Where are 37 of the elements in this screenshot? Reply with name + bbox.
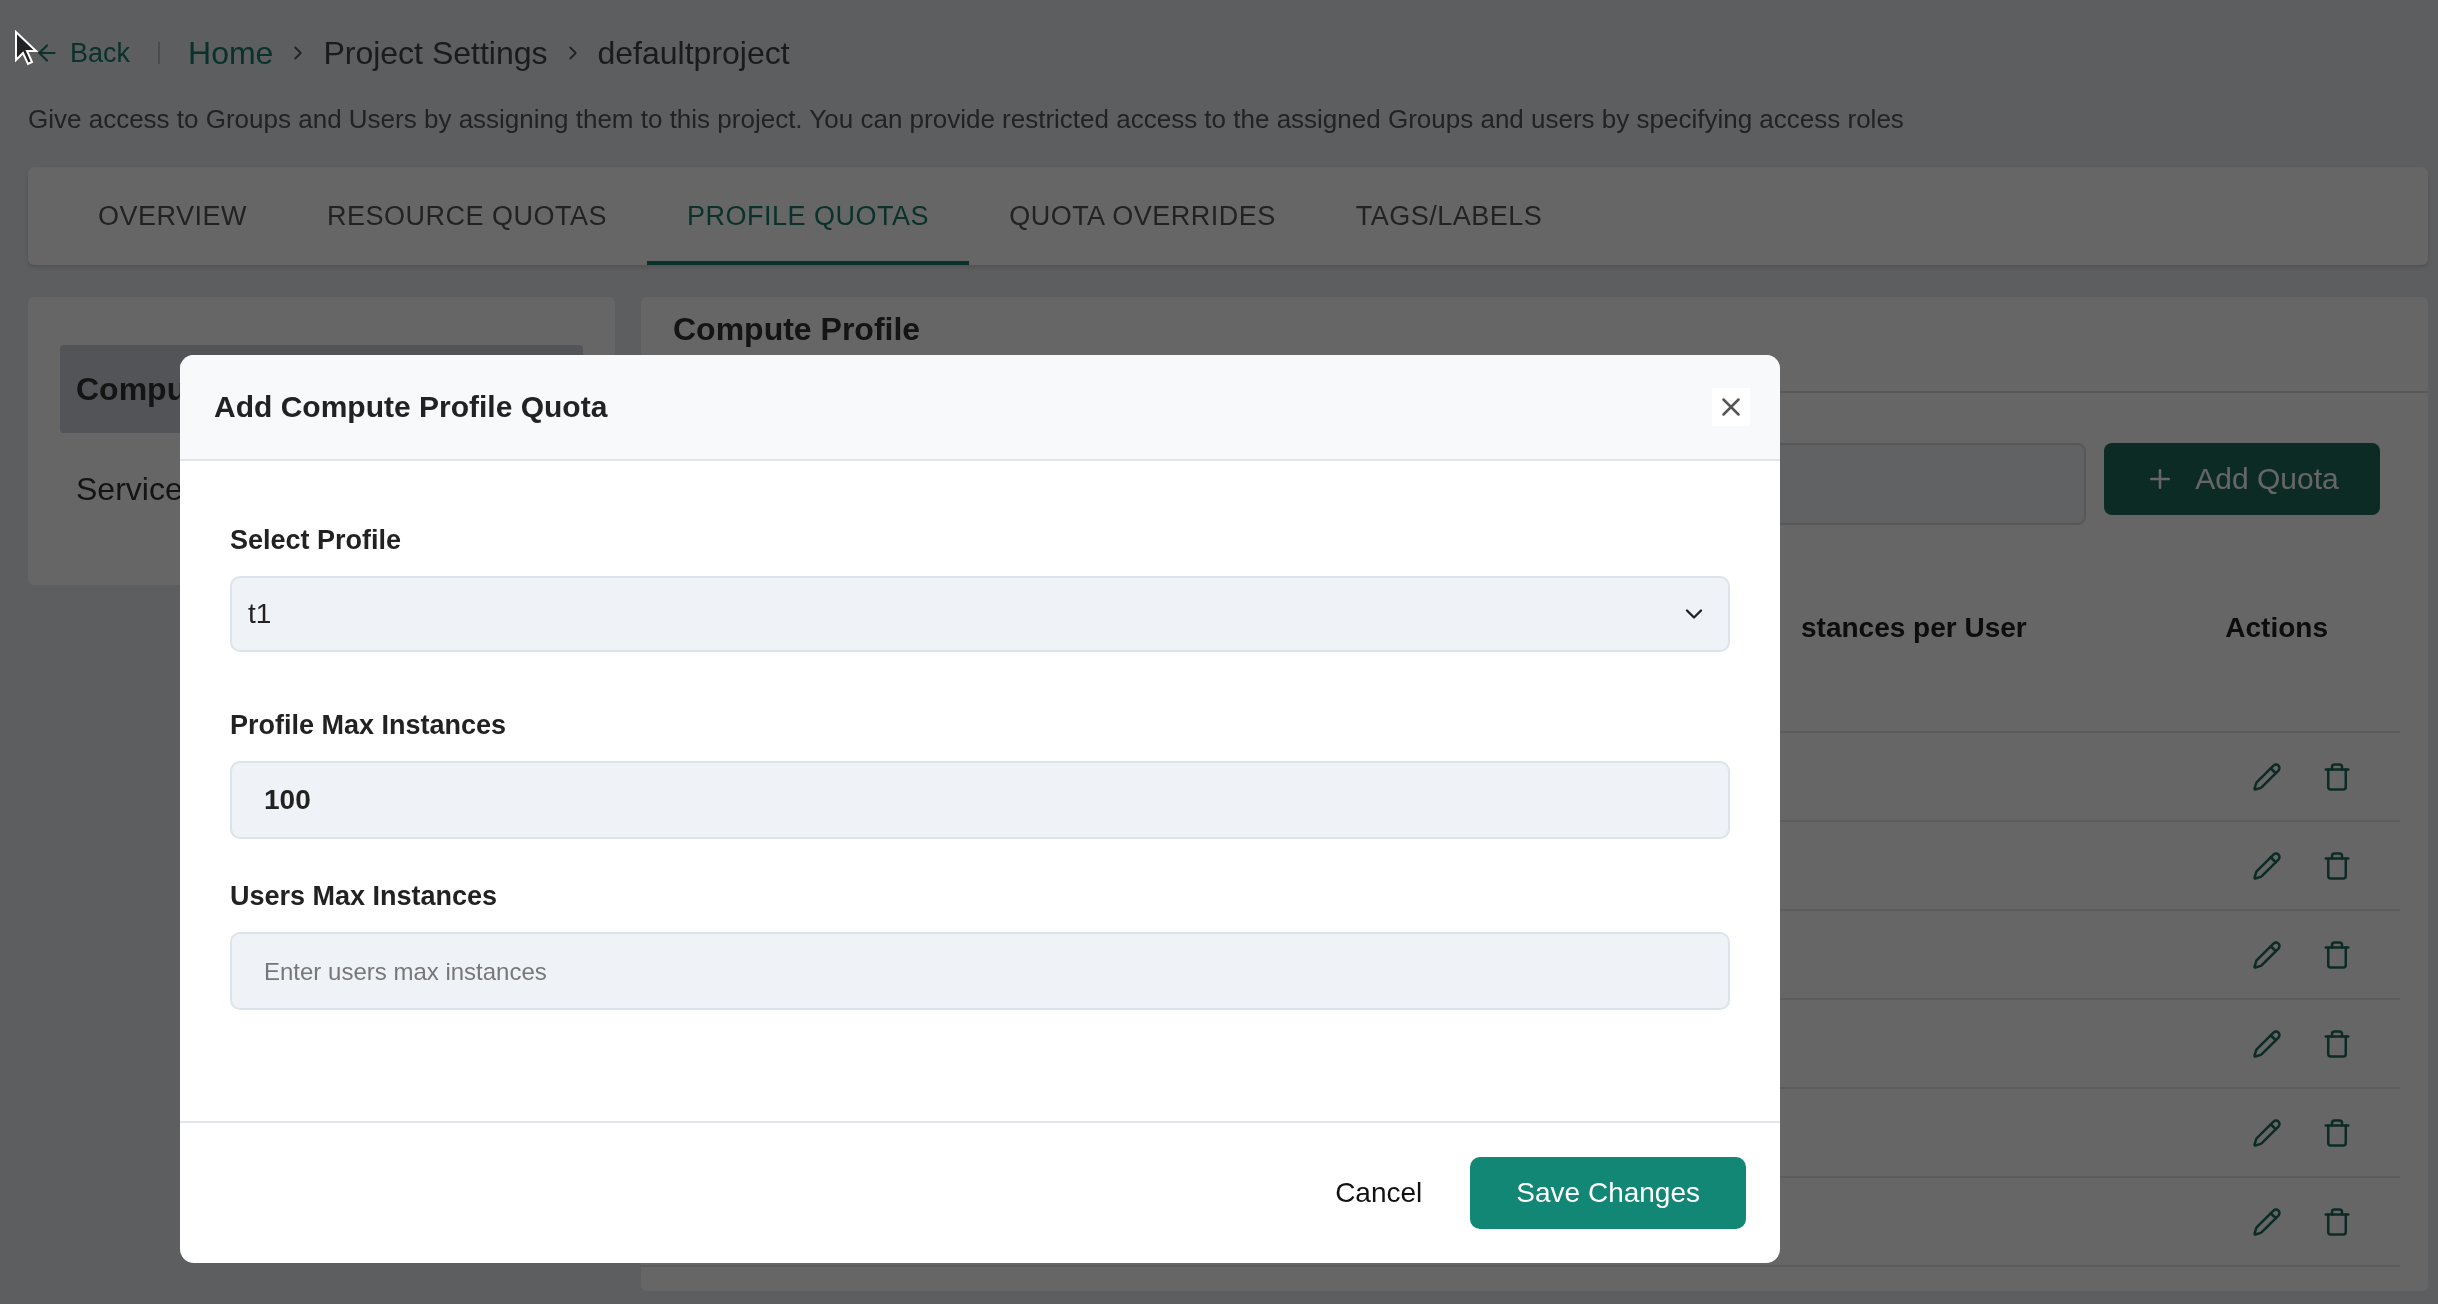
save-button[interactable]: Save Changes [1470,1157,1746,1229]
delete-button[interactable] [2322,761,2352,792]
close-button[interactable] [1712,388,1750,426]
tab[interactable]: RESOURCE QUOTAS [287,167,648,265]
back-link[interactable]: Back [34,37,131,69]
edit-button[interactable] [2252,939,2282,970]
field-label: Profile Max Instances [230,710,508,741]
edit-button[interactable] [2252,1117,2282,1148]
tab[interactable]: PROFILE QUOTAS [647,167,970,265]
tab[interactable]: QUOTA OVERRIDES [969,167,1316,265]
edit-button[interactable] [2252,850,2282,881]
delete-button[interactable] [2322,939,2352,970]
add-quota-button[interactable]: Add Quota [2104,443,2380,515]
breadcrumb-item: Project Settings [323,34,548,72]
page-description: Give access to Groups and Users by assigning them to this project. You can provide restricted access to the assigned Groups and users by specifying access roles [28,104,1905,135]
field-label: Users Max Instances [230,881,499,912]
input-field[interactable]: Enter users max instances [230,932,1730,1010]
field-label: Select Profile [230,525,403,556]
input-field[interactable]: 100 [230,761,1730,839]
select-field[interactable]: t1 [230,576,1730,652]
column-header: Actions [2225,612,2328,644]
panel-title: Compute Profile [673,311,921,347]
breadcrumb-item: defaultproject [597,34,790,72]
edit-button[interactable] [2252,1206,2282,1237]
dialog-title: Add Compute Profile Quota [214,390,608,424]
delete-button[interactable] [2322,1117,2352,1148]
tab[interactable]: OVERVIEW [58,167,288,265]
cursor-icon [14,30,38,66]
column-header: stances per User [1801,612,2027,644]
delete-button[interactable] [2322,850,2352,881]
edit-button[interactable] [2252,761,2282,792]
edit-button[interactable] [2252,1028,2282,1059]
delete-button[interactable] [2322,1206,2352,1237]
cancel-button[interactable]: Cancel [1329,1176,1429,1210]
breadcrumb-link[interactable]: Home [188,34,274,72]
tab[interactable]: TAGS/LABELS [1315,167,1583,265]
delete-button[interactable] [2322,1028,2352,1059]
